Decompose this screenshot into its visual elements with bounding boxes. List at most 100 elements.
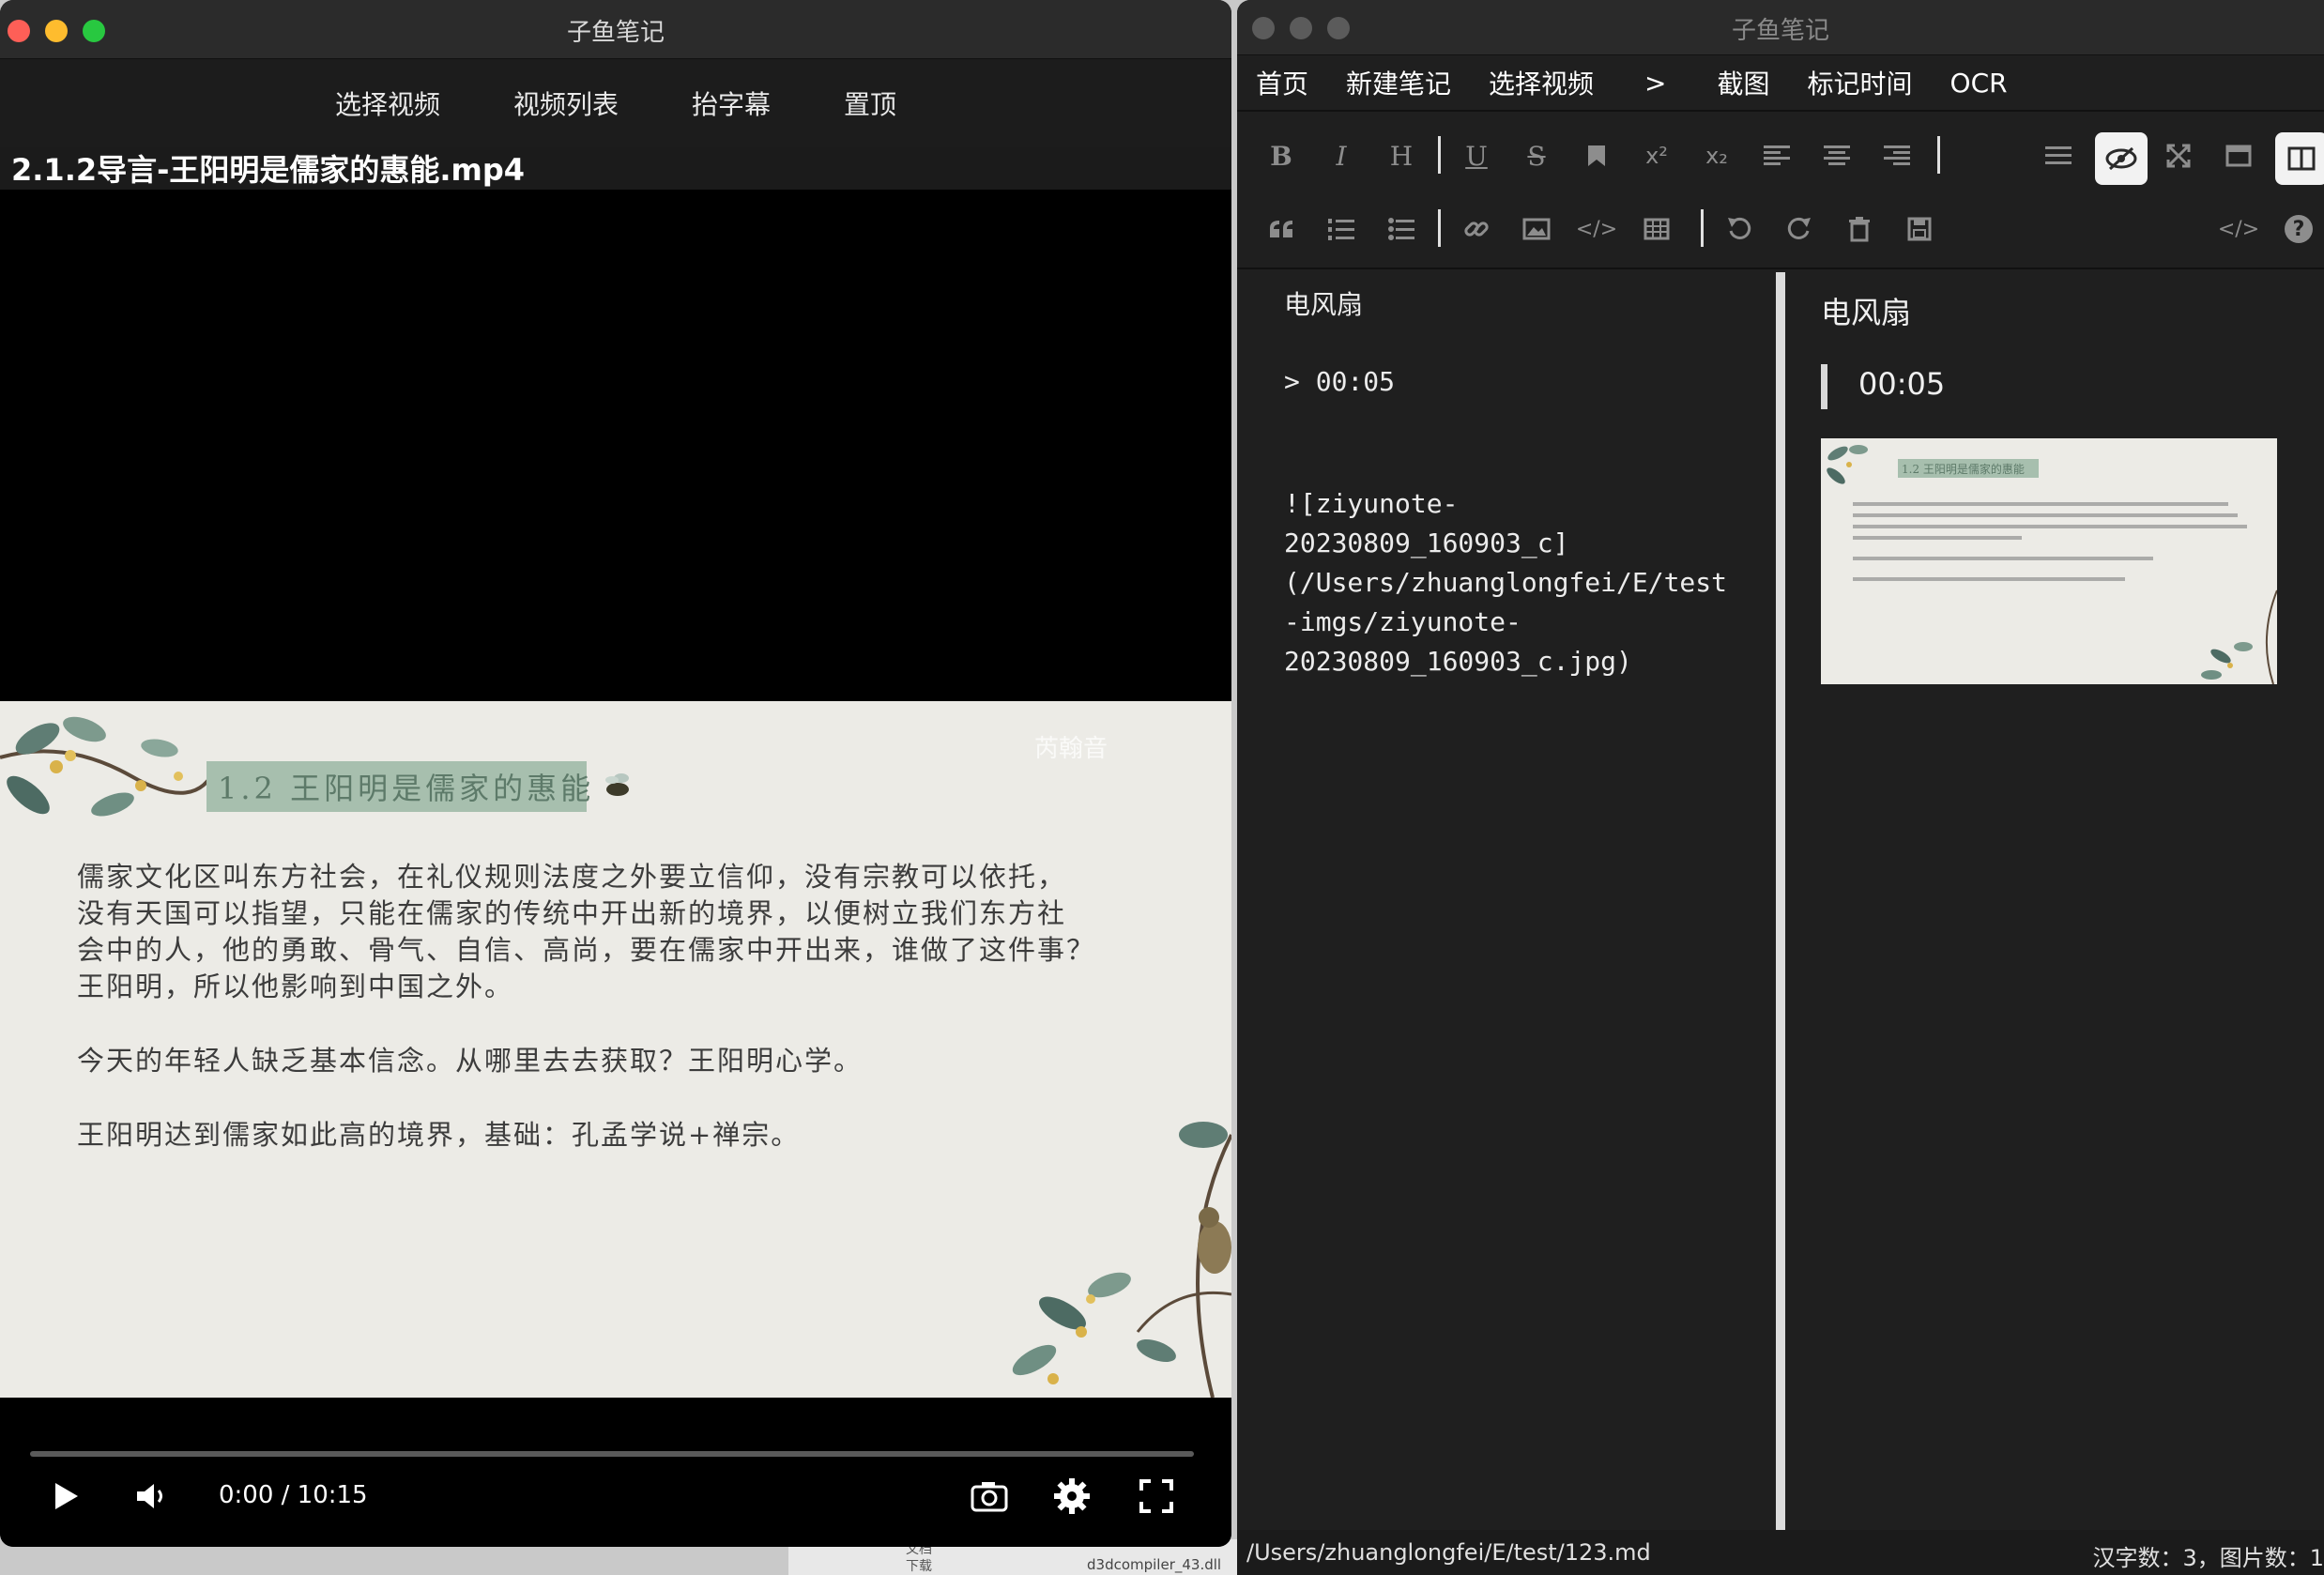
fullscreen-icon[interactable]: [1136, 1476, 1177, 1517]
thumb-text-line: [1853, 513, 2238, 517]
align-right-icon[interactable]: [1873, 132, 1920, 179]
italic-button[interactable]: I: [1318, 132, 1365, 179]
menu-screenshot[interactable]: 截图: [1718, 64, 1770, 101]
branch-bird-decoration-right: [1012, 1122, 1231, 1398]
thumb-text-line: [1853, 502, 2228, 506]
notes-titlebar: 子鱼笔记: [1237, 0, 2324, 55]
expand-icon[interactable]: [2155, 132, 2202, 179]
quote-icon[interactable]: [1258, 206, 1305, 252]
menu-icon[interactable]: [2035, 132, 2082, 179]
video-menu: 选择视频 视频列表 抬字幕 置顶: [0, 59, 1231, 147]
video-watermark: 芮翰音: [1033, 735, 1108, 763]
heading-button[interactable]: H: [1378, 132, 1425, 179]
preview-quote-time: 00:05: [1858, 366, 1946, 402]
thumb-branch-decoration: [1827, 445, 1868, 484]
video-titlebar: 子鱼笔记: [0, 0, 1231, 59]
markdown-preview: 电风扇 00:05 1.2 王阳明是儒家的惠能: [1785, 272, 2324, 1530]
superscript-button[interactable]: x²: [1633, 132, 1680, 179]
preview-heading: 电风扇: [1821, 295, 1912, 330]
menu-new-note[interactable]: 新建笔记: [1346, 64, 1451, 101]
ordered-list-icon[interactable]: [1318, 206, 1365, 252]
align-center-icon[interactable]: [1813, 132, 1860, 179]
menu-ocr[interactable]: OCR: [1950, 68, 2008, 99]
toolbar-separator: [1438, 209, 1441, 247]
video-filename: 2.1.2导言-王阳明是儒家的惠能.mp4: [11, 152, 526, 188]
player-controls: 0:00 / 10:15: [0, 1436, 1231, 1547]
preview-toggle-icon[interactable]: [2095, 132, 2148, 185]
menu-mark-time[interactable]: 标记时间: [1808, 64, 1913, 101]
bg-file-dll: d3dcompiler_43.dll: [1087, 1556, 1222, 1573]
unordered-list-icon[interactable]: [1378, 206, 1425, 252]
video-frame-slide: 芮翰音 1.2 王阳明是儒家的惠能 儒家文化区叫东方社会，在礼仪规则法度之外要立…: [0, 701, 1231, 1398]
menu-arrow[interactable]: >: [1644, 68, 1666, 99]
status-bar: /Users/zhuanglongfei/E/test/123.md 汉字数：3…: [1237, 1530, 2324, 1575]
word-count: 汉字数：3，图片数：1: [2092, 1545, 2324, 1571]
file-path: /Users/zhuanglongfei/E/test/123.md: [1246, 1539, 1651, 1566]
align-left-icon[interactable]: [1753, 132, 1800, 179]
preview-screenshot-image[interactable]: 1.2 王阳明是儒家的惠能: [1821, 438, 2277, 684]
strikethrough-button[interactable]: S: [1513, 132, 1560, 179]
bee-icon: [605, 773, 629, 796]
delete-icon[interactable]: [1836, 206, 1883, 252]
slide-line-1: 儒家文化区叫东方社会，在礼仪规则法度之外要立信仰，没有宗教可以依托，: [77, 861, 1067, 893]
notes-menu: 首页 新建笔记 选择视频 > 截图 标记时间 OCR: [1237, 55, 2324, 112]
camera-icon[interactable]: [969, 1476, 1010, 1517]
slide-line-4: 王阳明，所以他影响到中国之外。: [77, 971, 514, 1002]
preview-quote-bar: [1821, 364, 1827, 409]
thumb-title: 1.2 王阳明是儒家的惠能: [1902, 463, 2025, 476]
pane-divider[interactable]: [1776, 272, 1785, 1530]
link-icon[interactable]: [1453, 206, 1500, 252]
thumb-branch-decoration-right: [2201, 589, 2277, 684]
time-display: 0:00 / 10:15: [219, 1481, 368, 1509]
slide-line-3: 会中的人，他的勇敢、骨气、自信、高尚，要在儒家中开出来，谁做了这件事？: [77, 934, 1096, 966]
toolbar-separator: [1937, 136, 1940, 174]
code-icon[interactable]: </>: [1573, 206, 1620, 252]
play-icon[interactable]: [45, 1476, 86, 1517]
editor-line-image-2: 20230809_160903_c]: [1284, 528, 1569, 558]
image-icon[interactable]: [1513, 206, 1560, 252]
markdown-editor[interactable]: 电风扇 > 00:05 ![ziyunote- 20230809_160903_…: [1237, 272, 1772, 1530]
thumb-text-line: [1853, 525, 2247, 528]
slide-line-2: 没有天国可以指望，只能在儒家的传统中开出新的境界，以便树立我们东方社: [77, 897, 1067, 929]
bold-button[interactable]: B: [1258, 132, 1305, 179]
menu-select-video[interactable]: 选择视频: [1489, 64, 1594, 101]
slide-line-5: 今天的年轻人缺乏基本信念。从哪里去去获取？王阳明心学。: [77, 1045, 864, 1077]
slide-title: 1.2 王阳明是儒家的惠能: [218, 771, 595, 806]
editor-line-image-3: (/Users/zhuanglongfei/E/test: [1284, 567, 1728, 598]
notes-window: 子鱼笔记 首页 新建笔记 选择视频 > 截图 标记时间 OCR B I H U …: [1237, 0, 2324, 1575]
editor-line-timestamp: > 00:05: [1284, 366, 1396, 397]
menu-subtitle[interactable]: 抬字幕: [692, 84, 771, 122]
thumb-text-line: [1853, 557, 2153, 560]
branch-decoration-left: [0, 716, 218, 817]
settings-icon[interactable]: [1051, 1476, 1093, 1517]
window-title: 子鱼笔记: [566, 19, 665, 47]
save-icon[interactable]: [1896, 206, 1943, 252]
table-icon[interactable]: [1633, 206, 1680, 252]
subscript-button[interactable]: x₂: [1693, 132, 1740, 179]
progress-bar[interactable]: [30, 1451, 1194, 1457]
editor-line-heading: 电风扇: [1284, 289, 1364, 320]
source-code-icon[interactable]: </>: [2215, 206, 2262, 252]
video-player[interactable]: 芮翰音 1.2 王阳明是儒家的惠能 儒家文化区叫东方社会，在礼仪规则法度之外要立…: [0, 190, 1231, 1447]
menu-pin-top[interactable]: 置顶: [844, 84, 896, 122]
window-icon[interactable]: [2215, 132, 2262, 179]
bg-file-downloads: 下载: [906, 1559, 932, 1574]
toolbar-separator: [1438, 136, 1441, 174]
menu-video-list[interactable]: 视频列表: [513, 84, 619, 122]
menu-select-video[interactable]: 选择视频: [335, 84, 440, 122]
split-view-icon[interactable]: [2275, 132, 2324, 185]
editor-line-image-1: ![ziyunote-: [1284, 488, 1459, 519]
video-window: 子鱼笔记 选择视频 视频列表 抬字幕 置顶 2.1.2导言-王阳明是儒家的惠能.…: [0, 0, 1231, 1547]
undo-icon[interactable]: [1716, 206, 1763, 252]
thumb-text-line: [1853, 577, 2125, 581]
editor-line-image-4: -imgs/ziyunote-: [1284, 606, 1521, 637]
underline-button[interactable]: U: [1453, 132, 1500, 179]
menu-home[interactable]: 首页: [1256, 64, 1308, 101]
editor-line-image-5: 20230809_160903_c.jpg): [1284, 646, 1632, 677]
volume-icon[interactable]: [131, 1476, 173, 1517]
bookmark-icon[interactable]: [1573, 132, 1620, 179]
window-title: 子鱼笔记: [1731, 17, 1829, 45]
toolbar-separator: [1701, 209, 1704, 247]
help-icon[interactable]: ?: [2275, 206, 2322, 252]
redo-icon[interactable]: [1776, 206, 1823, 252]
